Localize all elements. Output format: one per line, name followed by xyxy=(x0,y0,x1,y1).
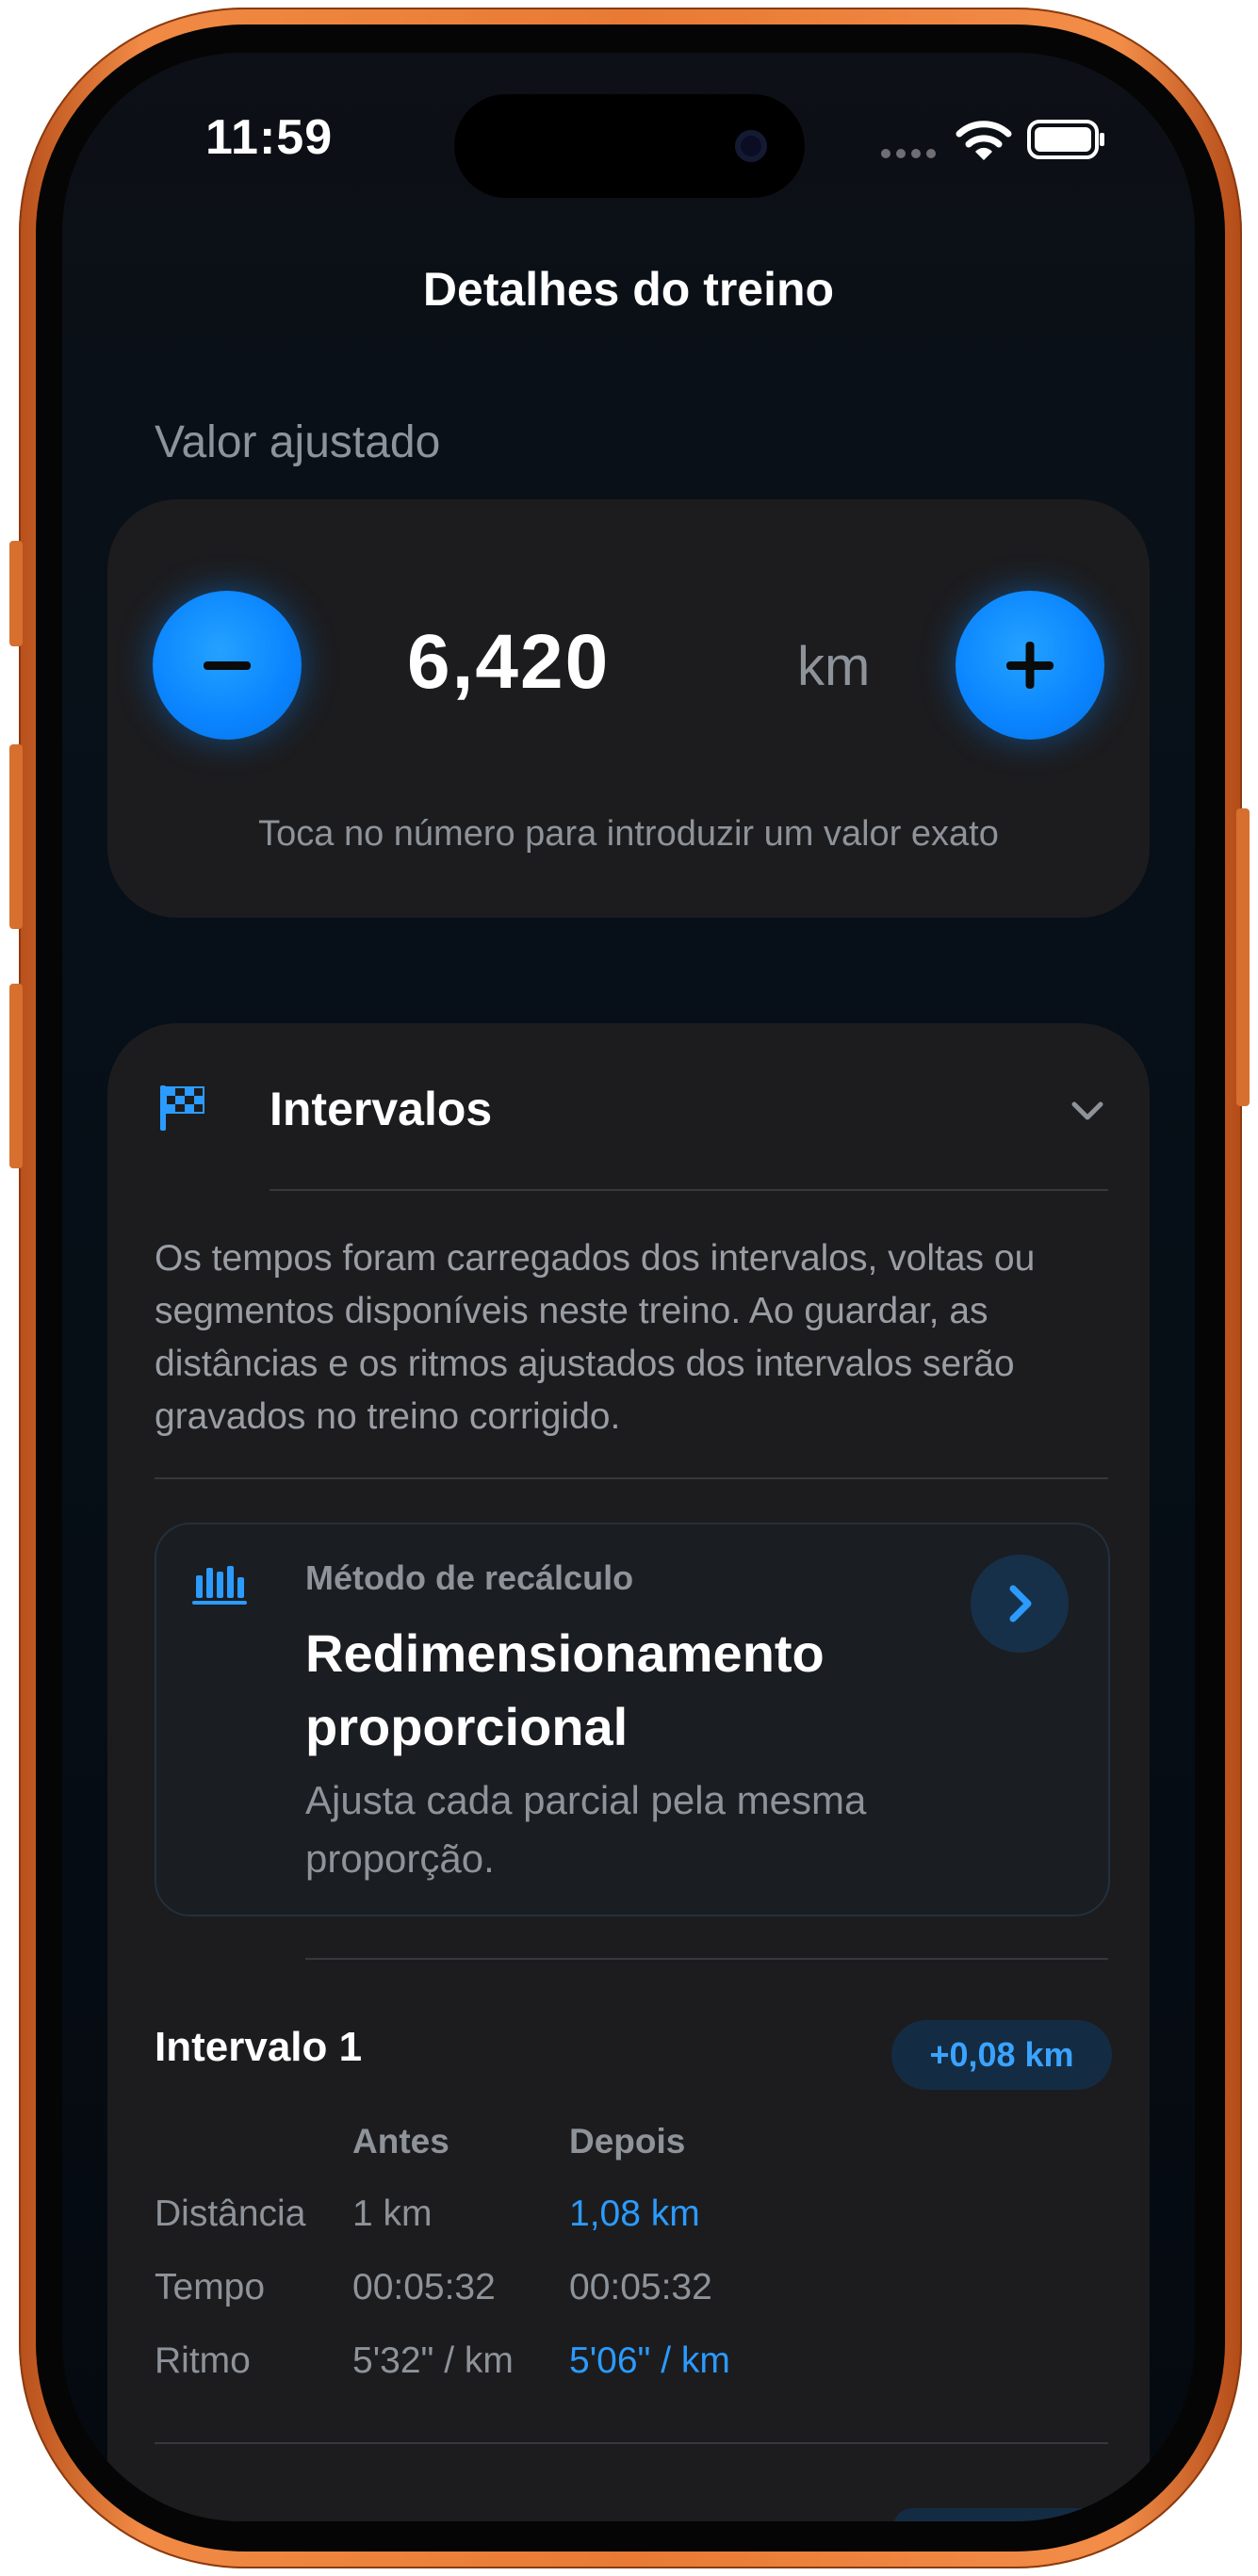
chevron-right-icon xyxy=(1009,1585,1032,1622)
pace-after: 5'06" / km xyxy=(569,2340,730,2381)
distance-diff-badge: +0,08 km xyxy=(891,2020,1112,2090)
column-header-before: Antes xyxy=(352,2122,449,2160)
method-chevron-button[interactable] xyxy=(971,1555,1069,1653)
wifi-icon xyxy=(956,119,1012,169)
checkered-flag-icon xyxy=(156,1082,207,1137)
plus-icon xyxy=(1006,642,1054,689)
status-time: 11:59 xyxy=(205,110,334,165)
time-after: 00:05:32 xyxy=(569,2267,712,2307)
adjusted-unit: km xyxy=(797,636,871,697)
cellular-signal-icon xyxy=(880,147,940,165)
adjusted-value-label: Valor ajustado xyxy=(155,417,441,467)
intervals-title: Intervalos xyxy=(270,1083,493,1135)
section-divider xyxy=(270,1189,1108,1191)
method-description: Ajusta cada parcial pela mesma proporção… xyxy=(305,1778,867,1881)
method-caption: Método de recálculo xyxy=(305,1558,634,1597)
decrement-button[interactable] xyxy=(153,591,302,740)
intervals-description: Os tempos foram carregados dos intervalo… xyxy=(155,1238,1036,1437)
front-camera xyxy=(735,130,767,162)
row-label-time: Tempo xyxy=(155,2267,266,2307)
section-divider xyxy=(305,1958,1108,1960)
distance-before: 1 km xyxy=(352,2193,433,2234)
section-divider xyxy=(155,1477,1108,1479)
minus-icon xyxy=(204,661,251,670)
volume-down-button xyxy=(9,984,23,1168)
interval-title: Intervalo 1 xyxy=(155,2024,363,2070)
pace-before: 5'32" / km xyxy=(352,2340,514,2381)
screen: 11:59 Detalhes do treino Valor ajustado … xyxy=(62,53,1195,2521)
method-title: Redimensionamento proporcional xyxy=(305,1623,825,1756)
bar-chart-icon xyxy=(190,1564,249,1612)
column-header-after: Depois xyxy=(569,2122,686,2160)
distance-after: 1,08 km xyxy=(569,2193,700,2234)
collapse-chevron-icon[interactable] xyxy=(1069,1099,1106,1130)
volume-up-button xyxy=(9,744,23,929)
adjusted-value[interactable]: 6,420 xyxy=(407,618,610,707)
action-button xyxy=(9,541,23,646)
next-interval-badge xyxy=(893,2508,1110,2521)
adjusted-value-hint: Toca no número para introduzir um valor … xyxy=(258,814,999,854)
battery-icon xyxy=(1027,119,1106,165)
row-label-pace: Ritmo xyxy=(155,2340,251,2381)
section-divider xyxy=(155,2442,1108,2444)
increment-button[interactable] xyxy=(956,591,1104,740)
time-before: 00:05:32 xyxy=(352,2267,496,2307)
row-label-distance: Distância xyxy=(155,2193,306,2234)
power-button xyxy=(1236,808,1250,1106)
page-title: Detalhes do treino xyxy=(422,263,835,316)
